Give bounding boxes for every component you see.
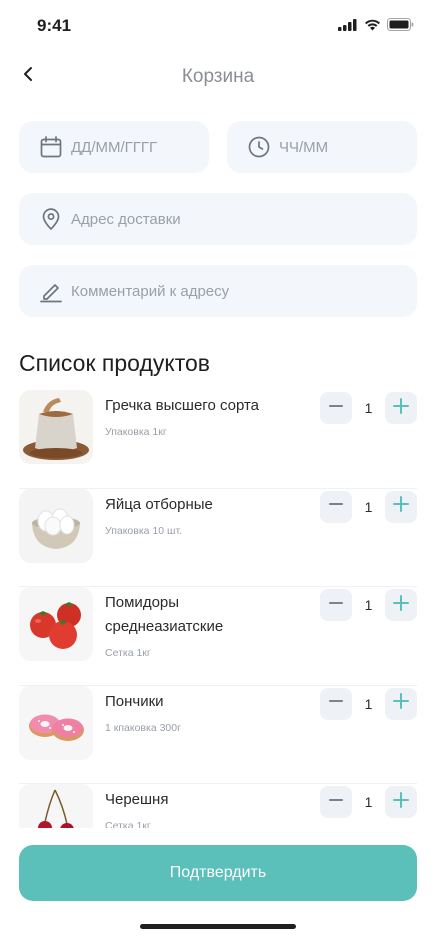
quantity-value: 1 — [364, 597, 373, 613]
increase-button[interactable] — [385, 392, 417, 424]
time-field[interactable] — [227, 121, 417, 173]
tomatoes-image — [19, 587, 93, 661]
plus-icon — [393, 693, 409, 714]
clock-icon — [247, 134, 271, 160]
increase-button[interactable] — [385, 687, 417, 720]
list-item: Гречка высшего сорта Упаковка 1кг 1 — [0, 390, 436, 489]
cherries-image — [19, 784, 93, 828]
plus-icon — [393, 791, 409, 813]
decrease-button[interactable] — [320, 490, 352, 523]
product-name: Черешня — [105, 791, 169, 808]
quantity-value: 1 — [364, 695, 373, 712]
list-item: Помидоры среднеазиатские Сетка 1кг 1 — [0, 587, 436, 686]
quantity-stepper: 1 — [320, 490, 417, 523]
time-input[interactable] — [279, 138, 417, 156]
decrease-button[interactable] — [320, 786, 352, 818]
quantity-stepper: 1 — [320, 589, 417, 621]
list-item: Яйца отборные Упаковка 10 шт. 1 — [0, 488, 436, 587]
battery-icon — [387, 18, 414, 36]
plus-icon — [393, 496, 409, 517]
product-pack: Упаковка 1кг — [105, 426, 167, 438]
date-field[interactable] — [19, 121, 209, 173]
product-name: Яйца отборные — [105, 495, 213, 513]
product-pack: Сетка 1кг — [105, 820, 151, 828]
status-icons — [338, 18, 414, 36]
minus-icon — [329, 497, 343, 516]
cellular-signal-icon — [338, 18, 358, 36]
calendar-icon — [39, 134, 63, 160]
product-pack: Сетка 1кг — [105, 647, 151, 659]
quantity-value: 1 — [364, 400, 373, 416]
status-time: 9:41 — [37, 16, 72, 35]
list-item: Пончики 1 кпаковка 300г 1 — [0, 685, 436, 784]
quantity-stepper: 1 — [320, 392, 417, 424]
list-item: Черешня Сетка 1кг 1 — [0, 784, 436, 828]
minus-icon — [329, 399, 343, 418]
buckwheat-sack-image — [19, 390, 93, 464]
minus-icon — [329, 694, 343, 713]
eggs-bowl-image — [19, 488, 93, 563]
quantity-stepper: 1 — [320, 687, 417, 720]
product-list[interactable]: Гречка высшего сорта Упаковка 1кг 1 Яйца… — [0, 390, 436, 828]
comment-field[interactable] — [19, 265, 417, 317]
donuts-image — [19, 685, 93, 760]
nav-header: Корзина — [0, 58, 436, 98]
increase-button[interactable] — [385, 589, 417, 621]
decrease-button[interactable] — [320, 589, 352, 621]
decrease-button[interactable] — [320, 392, 352, 424]
minus-icon — [329, 596, 343, 615]
increase-button[interactable] — [385, 786, 417, 818]
plus-icon — [393, 397, 409, 419]
address-input[interactable] — [71, 210, 417, 228]
product-pack: 1 кпаковка 300г — [105, 721, 181, 734]
pencil-icon — [39, 278, 63, 304]
quantity-value: 1 — [364, 794, 373, 810]
date-input[interactable] — [71, 138, 209, 156]
address-field[interactable] — [19, 193, 417, 245]
increase-button[interactable] — [385, 490, 417, 523]
status-bar: 9:41 — [0, 0, 436, 50]
comment-input[interactable] — [71, 282, 417, 300]
quantity-value: 1 — [364, 498, 373, 515]
confirm-button[interactable]: Подтвердить — [19, 845, 417, 901]
product-name: Гречка высшего сорта — [105, 397, 260, 414]
location-pin-icon — [39, 206, 63, 232]
product-pack: Упаковка 10 шт. — [105, 524, 183, 537]
quantity-stepper: 1 — [320, 786, 417, 818]
home-indicator — [140, 924, 296, 929]
wifi-icon — [364, 18, 381, 36]
product-name: Пончики — [105, 692, 164, 710]
product-list-title: Список продуктов — [19, 350, 210, 376]
page-title: Корзина — [181, 66, 255, 87]
product-name: Помидоры среднеазиатские — [105, 594, 224, 635]
minus-icon — [329, 793, 343, 812]
decrease-button[interactable] — [320, 687, 352, 720]
plus-icon — [393, 594, 409, 616]
